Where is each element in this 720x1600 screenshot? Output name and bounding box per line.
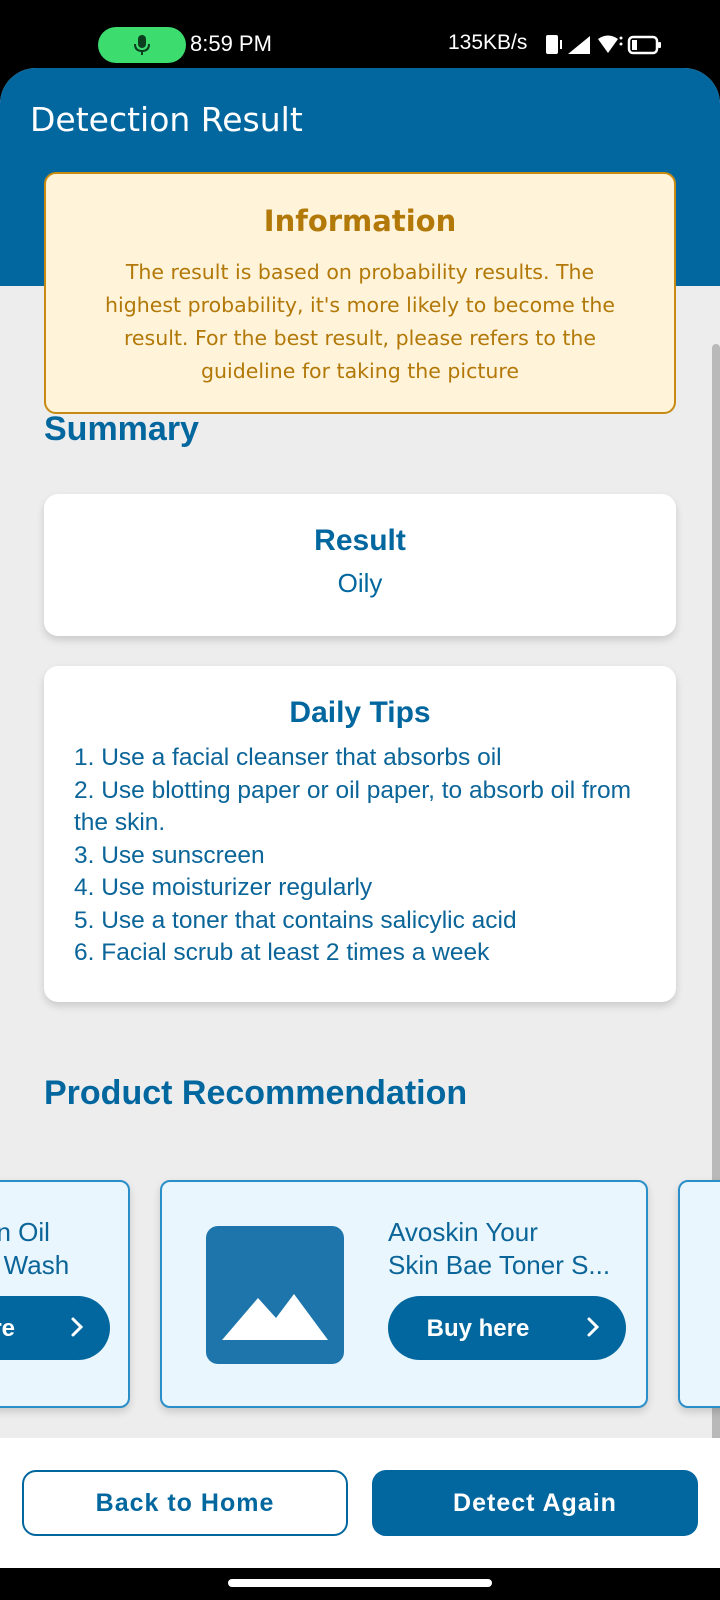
back-to-home-button[interactable]: Back to Home <box>22 1470 348 1536</box>
chevron-right-icon <box>71 1317 84 1337</box>
tip-item: 3. Use sunscreen <box>74 841 265 869</box>
vibrate-icon <box>546 35 562 54</box>
microphone-icon <box>134 35 150 55</box>
product-carousel[interactable]: en Oil e Wash ere Avoskin Your Skin Bae … <box>0 1180 720 1420</box>
mic-indicator-pill[interactable] <box>98 27 186 63</box>
product-card[interactable]: Avoskin Your Skin Bae Toner S... Buy her… <box>160 1180 648 1408</box>
product-name: en Oil e Wash <box>0 1217 70 1280</box>
app-bar: Detection Result <box>0 68 720 172</box>
app-screen: Detection Result Information The result … <box>0 68 720 1568</box>
buy-here-button[interactable]: ere <box>0 1296 110 1360</box>
information-text: The result is based on probability resul… <box>105 260 615 383</box>
signal-icon <box>568 36 590 54</box>
status-time: 8:59 PM <box>190 31 272 56</box>
tip-item: 2. Use blotting paper or oil paper, to a… <box>74 776 632 837</box>
page-title: Detection Result <box>30 100 303 139</box>
information-card: Information The result is based on proba… <box>44 172 676 414</box>
buy-here-label: ere <box>0 1315 16 1342</box>
chevron-right-icon <box>587 1317 600 1337</box>
tip-item: 5. Use a toner that contains salicylic a… <box>74 906 517 934</box>
daily-tips-card: Daily Tips 1. Use a facial cleanser that… <box>44 666 676 1002</box>
detect-again-button[interactable]: Detect Again <box>372 1470 698 1536</box>
product-name: Avoskin Your Skin Bae Toner S... <box>388 1217 611 1280</box>
result-title: Result <box>314 524 406 557</box>
daily-tips-title: Daily Tips <box>289 696 431 729</box>
buy-here-label: Buy here <box>426 1315 530 1342</box>
summary-heading: Summary <box>44 410 199 448</box>
tip-item: 1. Use a facial cleanser that absorbs oi… <box>74 744 502 771</box>
bottom-action-bar: Back to Home Detect Again <box>0 1438 720 1568</box>
status-bar: 8:59 PM 135KB/s <box>0 0 720 68</box>
daily-tips-list: 1. Use a facial cleanser that absorbs oi… <box>74 742 646 970</box>
image-placeholder-icon <box>206 1226 344 1364</box>
tip-item: 6. Facial scrub at least 2 times a week <box>74 939 490 966</box>
product-recommendation-heading: Product Recommendation <box>44 1074 468 1112</box>
battery-icon <box>627 35 661 55</box>
buy-here-button[interactable]: Buy here <box>388 1296 626 1360</box>
wifi-icon <box>598 35 618 53</box>
information-title: Information <box>263 204 457 238</box>
result-card: Result Oily <box>44 494 676 636</box>
network-speed: 135KB/s <box>448 31 528 54</box>
system-nav-bar <box>0 1568 720 1600</box>
status-icons <box>546 35 661 55</box>
tip-item: 4. Use moisturizer regularly <box>74 874 373 901</box>
home-indicator[interactable] <box>228 1579 492 1587</box>
product-card[interactable]: en Oil e Wash ere <box>0 1180 130 1408</box>
result-value: Oily <box>337 568 383 598</box>
product-card[interactable] <box>678 1180 720 1408</box>
